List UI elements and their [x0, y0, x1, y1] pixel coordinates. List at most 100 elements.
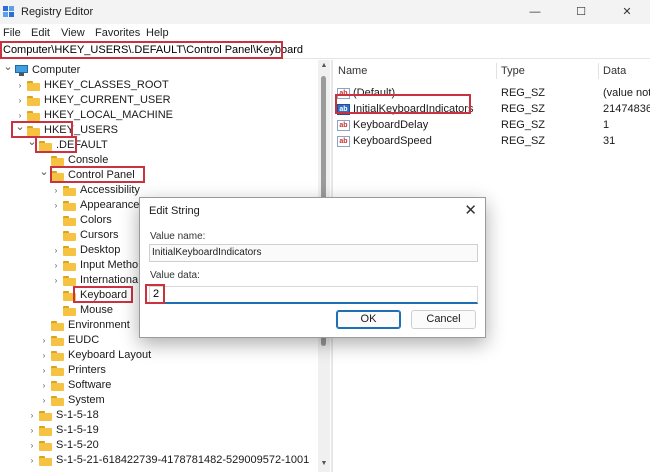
value-type-cell: REG_SZ: [501, 87, 546, 99]
string-value-icon: ab: [337, 88, 350, 99]
ok-button[interactable]: OK: [336, 310, 401, 329]
column-separator[interactable]: [496, 63, 497, 79]
window-title: Registry Editor: [21, 6, 94, 18]
chevron-right-icon[interactable]: ›: [39, 363, 49, 378]
folder-icon: [63, 306, 76, 316]
tree-item-label: Console: [68, 154, 109, 166]
tree-item-label: Printers: [68, 364, 106, 376]
folder-icon: [51, 381, 64, 391]
maximize-button[interactable]: ☐: [558, 0, 604, 24]
tree-item-label: Environment: [68, 319, 130, 331]
column-header-data[interactable]: Data: [603, 65, 626, 77]
dialog-close-icon[interactable]: ✕: [464, 201, 477, 219]
tree-item-label: Mouse: [80, 304, 114, 316]
scroll-up-arrow-icon[interactable]: ▲: [320, 62, 328, 69]
value-type-cell: REG_SZ: [501, 103, 546, 115]
value-name-cell: InitialKeyboardIndicators: [353, 103, 474, 115]
value-name-cell: (Default): [353, 87, 396, 99]
chevron-right-icon[interactable]: ›: [51, 273, 61, 288]
menu-edit[interactable]: Edit: [31, 27, 50, 39]
scroll-down-arrow-icon[interactable]: ▼: [320, 460, 328, 467]
chevron-right-icon[interactable]: ›: [39, 393, 49, 408]
tree-item-hkey-current-user[interactable]: › HKEY_CURRENT_USER: [0, 93, 318, 108]
chevron-down-icon[interactable]: ⌄: [3, 60, 13, 75]
tree-item-default[interactable]: ⌄ .DEFAULT: [0, 135, 318, 153]
folder-icon: [51, 366, 64, 376]
tree-item-hkey-local-machine[interactable]: › HKEY_LOCAL_MACHINE: [0, 108, 318, 123]
value-data-cell: (value not: [603, 87, 650, 99]
value-data-cell: 214748364: [603, 103, 650, 115]
chevron-right-icon[interactable]: ›: [51, 243, 61, 258]
folder-icon: [51, 321, 64, 331]
table-row[interactable]: ab (Default) REG_SZ (value not: [333, 86, 650, 101]
tree-item-s-1-5-18[interactable]: › S-1-5-18: [0, 408, 318, 423]
folder-icon: [39, 441, 52, 451]
menu-bar: File Edit View Favorites Help: [0, 25, 650, 41]
tree-item-system[interactable]: › System: [0, 393, 318, 408]
folder-icon: [39, 456, 52, 466]
close-window-button[interactable]: ✕: [604, 0, 650, 24]
tree-item-keyboard-layout[interactable]: › Keyboard Layout: [0, 348, 318, 363]
cancel-button[interactable]: Cancel: [411, 310, 476, 329]
tree-item-label: S-1-5-19: [56, 424, 99, 436]
chevron-right-icon[interactable]: ›: [39, 378, 49, 393]
tree-item-s-1-5-20[interactable]: › S-1-5-20: [0, 438, 318, 453]
tree-item-hkey-users[interactable]: ⌄ HKEY_USERS: [0, 120, 318, 138]
table-row[interactable]: ab InitialKeyboardIndicators REG_SZ 2147483…: [333, 102, 650, 117]
tree-item-label: .DEFAULT: [56, 139, 108, 151]
chevron-right-icon[interactable]: ›: [15, 93, 25, 108]
menu-view[interactable]: View: [61, 27, 85, 39]
tree-item-hkey-classes-root[interactable]: › HKEY_CLASSES_ROOT: [0, 78, 318, 93]
folder-icon: [39, 411, 52, 421]
menu-file[interactable]: File: [3, 27, 21, 39]
tree-item-label: S-1-5-18: [56, 409, 99, 421]
address-path[interactable]: Computer\HKEY_USERS\.DEFAULT\Control Pan…: [3, 44, 303, 56]
folder-icon: [63, 231, 76, 241]
menu-favorites[interactable]: Favorites: [95, 27, 140, 39]
folder-icon: [51, 396, 64, 406]
tree-item-s-1-5-21-618422739-4178781482-529009572-1001[interactable]: › S-1-5-21-618422739-4178781482-529009572…: [0, 453, 318, 468]
chevron-right-icon[interactable]: ›: [39, 348, 49, 363]
dialog-title: Edit String: [149, 205, 200, 217]
chevron-right-icon[interactable]: ›: [27, 438, 37, 453]
address-bar[interactable]: Computer\HKEY_USERS\.DEFAULT\Control Pan…: [0, 42, 650, 59]
folder-icon: [63, 291, 76, 301]
column-header-type[interactable]: Type: [501, 65, 525, 77]
value-name-cell: KeyboardSpeed: [353, 135, 432, 147]
menu-help[interactable]: Help: [146, 27, 169, 39]
tree-item-label: HKEY_CURRENT_USER: [44, 94, 171, 106]
tree-item-control-panel[interactable]: ⌄ Control Panel: [0, 165, 318, 183]
chevron-right-icon[interactable]: ›: [51, 183, 61, 198]
tree-item-label: Internationa: [80, 274, 139, 286]
tree-item-label: Accessibility: [80, 184, 140, 196]
chevron-right-icon[interactable]: ›: [15, 78, 25, 93]
chevron-down-icon[interactable]: ⌄: [39, 165, 49, 180]
chevron-down-icon[interactable]: ⌄: [15, 120, 25, 135]
computer-icon: [15, 65, 28, 76]
table-row[interactable]: ab KeyboardSpeed REG_SZ 31: [333, 134, 650, 149]
chevron-right-icon[interactable]: ›: [27, 408, 37, 423]
tree-item-label: S-1-5-20: [56, 439, 99, 451]
tree-item-s-1-5-19[interactable]: › S-1-5-19: [0, 423, 318, 438]
value-data-input[interactable]: 2: [149, 286, 478, 304]
folder-icon: [27, 96, 40, 106]
tree-item-printers[interactable]: › Printers: [0, 363, 318, 378]
column-header-name[interactable]: Name: [338, 65, 367, 77]
chevron-right-icon[interactable]: ›: [51, 198, 61, 213]
folder-icon: [27, 111, 40, 121]
value-type-cell: REG_SZ: [501, 135, 546, 147]
chevron-right-icon[interactable]: ›: [39, 333, 49, 348]
title-bar: Registry Editor — ☐ ✕: [0, 0, 650, 24]
folder-icon: [27, 81, 40, 91]
tree-item-computer[interactable]: ⌄ Computer: [0, 60, 318, 78]
tree-item-software[interactable]: › Software: [0, 378, 318, 393]
minimize-button[interactable]: —: [512, 0, 558, 24]
tree-item-accessibility[interactable]: › Accessibility: [0, 183, 318, 198]
chevron-right-icon[interactable]: ›: [27, 423, 37, 438]
tree-item-label: HKEY_CLASSES_ROOT: [44, 79, 169, 91]
column-separator[interactable]: [598, 63, 599, 79]
chevron-down-icon[interactable]: ⌄: [27, 135, 37, 150]
chevron-right-icon[interactable]: ›: [27, 453, 37, 468]
chevron-right-icon[interactable]: ›: [51, 258, 61, 273]
table-row[interactable]: ab KeyboardDelay REG_SZ 1: [333, 118, 650, 133]
